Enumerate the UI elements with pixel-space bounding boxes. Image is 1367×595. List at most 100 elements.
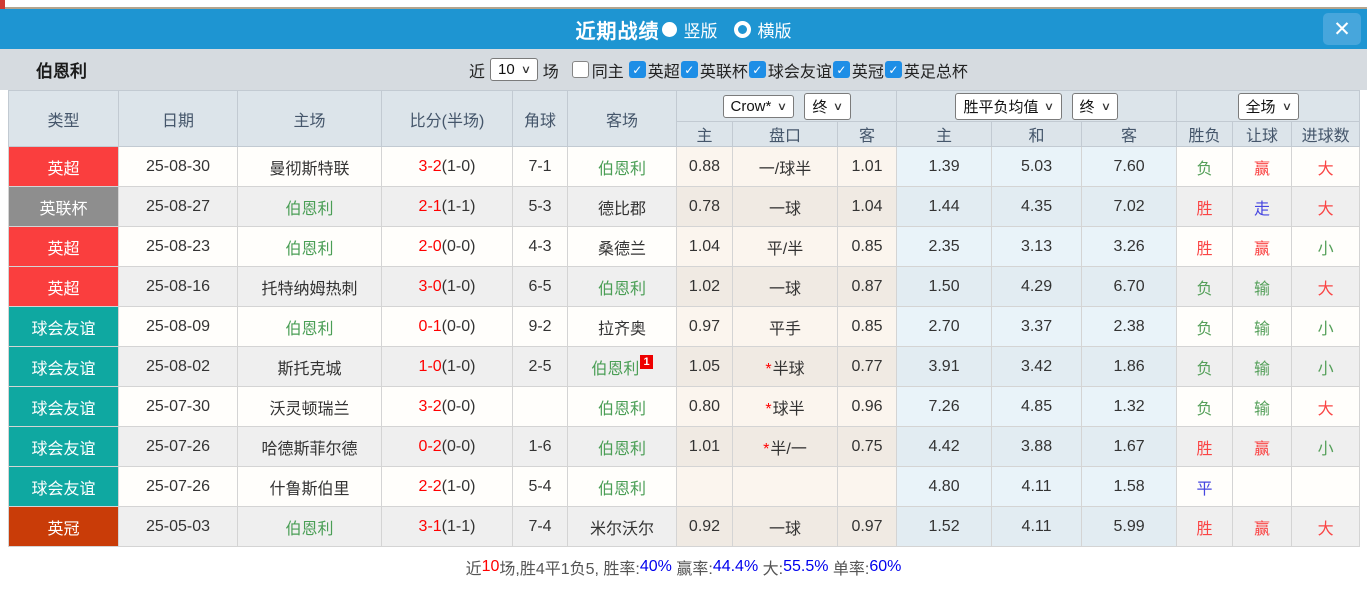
- odds-away: 0.77: [838, 347, 897, 387]
- match-score: 3-0(1-0): [382, 267, 513, 307]
- avg-type-select[interactable]: 胜平负均值: [955, 93, 1061, 120]
- avg-home: 4.42: [897, 427, 992, 467]
- radio-unselected-icon[interactable]: [734, 21, 751, 38]
- match-date: 25-07-26: [119, 427, 238, 467]
- avg-draw: 3.37: [992, 307, 1082, 347]
- chevron-down-icon: [1100, 100, 1110, 113]
- checkbox-checked-icon[interactable]: [833, 61, 850, 78]
- same-home-checkbox[interactable]: [572, 61, 589, 78]
- match-date: 25-07-26: [119, 467, 238, 507]
- handicap-result: 赢: [1233, 227, 1292, 267]
- fulltime-score: 0-1: [419, 318, 442, 335]
- summary-segment: 60%: [869, 558, 901, 576]
- corner-score: 6-5: [513, 267, 568, 307]
- league-filter[interactable]: 英足总杯: [885, 58, 969, 82]
- checkbox-checked-icon[interactable]: [629, 61, 646, 78]
- match-row: 球会友谊25-08-02斯托克城1-0(1-0)2-5伯恩利11.05*半球0.…: [9, 347, 1360, 387]
- fulltime-score: 3-0: [419, 278, 442, 295]
- halftime-score: (1-0): [442, 478, 476, 495]
- corner-score: 2-5: [513, 347, 568, 387]
- odds-home: 1.04: [677, 227, 733, 267]
- col-header-let: 让球: [1233, 122, 1292, 147]
- corner-marker: [0, 0, 5, 9]
- checkbox-checked-icon[interactable]: [885, 61, 902, 78]
- view-option-vertical[interactable]: 竖版: [684, 17, 718, 42]
- match-result: 负: [1177, 347, 1233, 387]
- chevron-down-icon: [520, 63, 530, 76]
- odds-home: 0.97: [677, 307, 733, 347]
- handicap: 平手: [733, 307, 838, 347]
- checkbox-checked-icon[interactable]: [749, 61, 766, 78]
- odds-away: 0.97: [838, 507, 897, 547]
- close-button[interactable]: ✕: [1323, 13, 1361, 45]
- halftime-score: (1-0): [442, 158, 476, 175]
- goals-result: 大: [1292, 147, 1360, 187]
- halftime-score: (1-1): [442, 198, 476, 215]
- match-date: 25-08-27: [119, 187, 238, 227]
- away-team: 伯恩利: [568, 427, 677, 467]
- home-team-name: 什鲁斯伯里: [269, 481, 349, 498]
- col-header-type: 类型: [9, 91, 119, 147]
- avg-draw: 4.85: [992, 387, 1082, 427]
- odds-home: 0.78: [677, 187, 733, 227]
- avg-stage-select[interactable]: 终: [1072, 93, 1118, 120]
- fulltime-score: 3-2: [419, 158, 442, 175]
- match-score: 3-2(1-0): [382, 147, 513, 187]
- home-team: 托特纳姆热刺: [238, 267, 382, 307]
- fulltime-score: 2-2: [419, 478, 442, 495]
- sup-badge: 1: [640, 355, 652, 369]
- avg-home: 3.91: [897, 347, 992, 387]
- odds-company-select[interactable]: Crow*: [723, 95, 795, 118]
- odds-stage-select[interactable]: 终: [804, 93, 850, 120]
- avg-home: 2.35: [897, 227, 992, 267]
- avg-away: 7.02: [1082, 187, 1177, 227]
- odds-away: 1.01: [838, 147, 897, 187]
- radio-selected-icon[interactable]: [662, 22, 677, 37]
- scope-select[interactable]: 全场: [1238, 93, 1299, 120]
- recent-count-select[interactable]: 10: [490, 58, 538, 81]
- odds-away: 0.85: [838, 227, 897, 267]
- league-filter[interactable]: 球会友谊: [749, 58, 833, 82]
- away-team: 伯恩利: [568, 467, 677, 507]
- corner-score: 4-3: [513, 227, 568, 267]
- league-filter[interactable]: 英联杯: [681, 58, 749, 82]
- league-badge: 球会友谊: [9, 467, 119, 507]
- odds-home: 1.01: [677, 427, 733, 467]
- league-filter-label: 英联杯: [700, 58, 748, 82]
- match-row: 球会友谊25-07-26哈德斯菲尔德0-2(0-0)1-6伯恩利1.01*半/一…: [9, 427, 1360, 467]
- checkbox-checked-icon[interactable]: [681, 61, 698, 78]
- league-filter[interactable]: 英冠: [833, 58, 885, 82]
- match-result: 胜: [1177, 507, 1233, 547]
- view-option-horizontal[interactable]: 横版: [758, 17, 792, 42]
- corner-score: 9-2: [513, 307, 568, 347]
- fulltime-score: 2-0: [419, 238, 442, 255]
- away-team-name: 德比郡: [598, 201, 646, 218]
- home-team-name: 伯恩利: [285, 201, 333, 218]
- summary-segment: 单率:: [828, 555, 869, 579]
- match-result: 负: [1177, 267, 1233, 307]
- match-date: 25-07-30: [119, 387, 238, 427]
- home-team-name: 伯恩利: [285, 521, 333, 538]
- away-team: 伯恩利1: [568, 347, 677, 387]
- match-row: 英超25-08-30曼彻斯特联3-2(1-0)7-1伯恩利0.88一/球半1.0…: [9, 147, 1360, 187]
- handicap: *半/一: [733, 427, 838, 467]
- match-row: 球会友谊25-07-26什鲁斯伯里2-2(1-0)5-4伯恩利4.804.111…: [9, 467, 1360, 507]
- league-badge: 英超: [9, 227, 119, 267]
- goals-result: 大: [1292, 267, 1360, 307]
- odds-header-group: Crow* 终: [677, 91, 897, 122]
- results-tbody: 英超25-08-30曼彻斯特联3-2(1-0)7-1伯恩利0.88一/球半1.0…: [9, 147, 1360, 547]
- league-filter[interactable]: 英超: [629, 58, 681, 82]
- odds-away: 0.85: [838, 307, 897, 347]
- goals-result: 大: [1292, 187, 1360, 227]
- avg-away: 1.86: [1082, 347, 1177, 387]
- odds-home: 1.02: [677, 267, 733, 307]
- goals-result: 大: [1292, 387, 1360, 427]
- league-badge: 英联杯: [9, 187, 119, 227]
- away-team: 拉齐奥: [568, 307, 677, 347]
- avg-draw: 3.88: [992, 427, 1082, 467]
- summary-segment: 10: [482, 558, 500, 576]
- odds-stage-value: 终: [812, 96, 827, 117]
- avg-away: 2.38: [1082, 307, 1177, 347]
- halftime-score: (1-1): [442, 518, 476, 535]
- home-team-name: 伯恩利: [285, 321, 333, 338]
